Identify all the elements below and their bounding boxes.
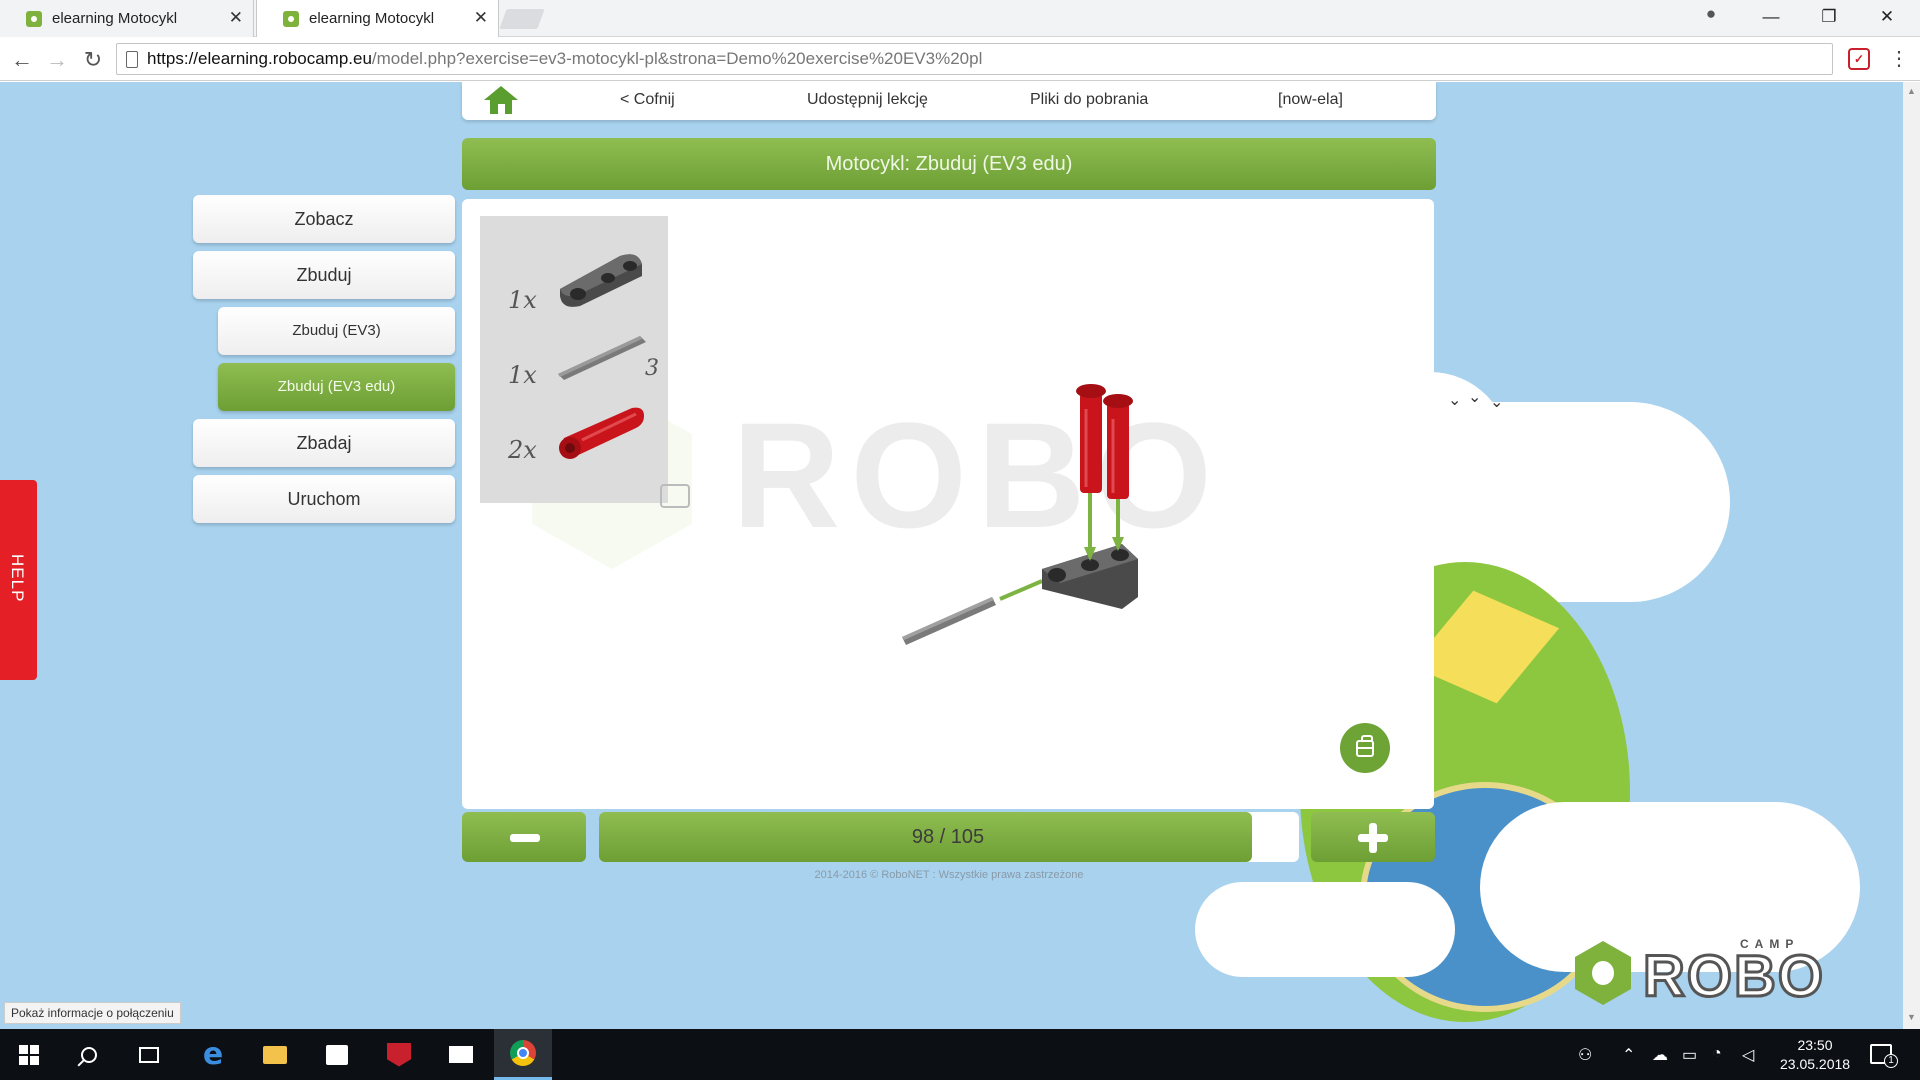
url-host: https://elearning.robocamp.eu [147,49,372,68]
new-tab-button[interactable] [499,9,545,29]
store-icon [326,1044,348,1065]
file-explorer-taskbar-button[interactable] [246,1029,304,1080]
page-viewport: ⌄ ⌄ ⌄ CAMP ROBO < Cofnij Udostępnij lekc… [0,82,1903,1029]
toolbox-icon [1356,735,1374,757]
page-scrollbar[interactable]: ▲ ▼ [1903,82,1920,1029]
step-progress-bar: 98 / 105 [599,812,1299,862]
notification-count: 1 [1884,1054,1898,1068]
menu-run-button[interactable]: Uruchom [193,475,455,523]
restore-button[interactable]: ❐ [1802,0,1856,34]
menu-build-ev3-edu-button[interactable]: Zbuduj (EV3 edu) [218,363,455,411]
browser-menu-icon[interactable]: ⋮ [1889,46,1909,71]
wifi-icon[interactable]: ◔ [1712,1045,1722,1063]
menu-build-ev3-button[interactable]: Zbuduj (EV3) [218,307,455,355]
forward-arrow-icon[interactable]: → [43,46,71,74]
downloads-link[interactable]: Pliki do pobrania [1030,82,1148,120]
connection-info-tooltip: Pokaż informacje o połączeniu [4,1002,181,1024]
part-quantity: 1x [508,286,537,314]
red-pin-icon [559,407,644,459]
bird-icon: ⌄ [1490,394,1504,411]
task-view-icon [139,1046,159,1063]
close-tab-icon[interactable]: ✕ [229,8,243,28]
address-toolbar: ← → ↻ https://elearning.robocamp.eu/mode… [0,38,1920,81]
site-favicon-icon [283,10,299,27]
user-link[interactable]: [now-ela] [1278,82,1343,120]
mail-taskbar-button[interactable] [432,1029,490,1080]
background-cloud [1195,882,1455,977]
toolbox-ghost-icon [660,484,690,508]
parts-list: 1x 1x 3 2x [480,216,690,508]
onedrive-icon[interactable]: ☁ [1652,1045,1668,1065]
logo-robo-text: ROBO [1642,943,1825,1011]
action-center-icon[interactable]: 1 [1870,1044,1898,1068]
back-arrow-icon[interactable]: ← [8,46,36,74]
clock-date: 23.05.2018 [1780,1056,1851,1072]
part-quantity: 2x [508,436,537,464]
instruction-panel: ROBO 1x 1x 3 2x [462,199,1434,809]
axle-length-label: 3 [645,356,659,381]
close-tab-icon[interactable]: ✕ [474,8,488,28]
share-lesson-link[interactable]: Udostępnij lekcję [807,82,928,120]
url-path: /model.php?exercise=ev3-motocykl-pl&stro… [371,49,983,68]
mail-icon [449,1046,473,1063]
search-button[interactable] [60,1029,118,1080]
assembly-diagram [902,384,1138,645]
browser-tab-strip: elearning Motocykl ✕ elearning Motocykl … [0,0,1920,37]
menu-explore-button[interactable]: Zbadaj [193,419,455,467]
browser-tab-active[interactable]: elearning Motocykl ✕ [256,0,499,37]
address-bar[interactable]: https://elearning.robocamp.eu/model.php?… [116,43,1833,75]
edge-taskbar-button[interactable]: e [184,1029,242,1080]
toolbox-button[interactable] [1340,723,1390,773]
bird-icon: ⌄ [1448,392,1462,409]
top-navigation: < Cofnij Udostępnij lekcję Pliki do pobr… [462,82,1436,120]
beam-connector-icon [560,254,642,307]
taskbar-clock[interactable]: 23:50 23.05.2018 [1780,1036,1850,1074]
bird-icon: ⌄ [1468,389,1482,406]
page-title: Motocykl: Zbuduj (EV3 edu) [462,138,1436,190]
tab-title: elearning Motocykl [52,10,178,27]
search-icon [81,1046,97,1063]
copyright-text: 2014-2016 © RoboNET : Wszystkie prawa za… [814,869,1084,881]
mcafee-icon [387,1042,411,1067]
chrome-taskbar-button[interactable] [494,1029,552,1080]
back-link[interactable]: < Cofnij [620,82,675,120]
close-window-button[interactable]: ✕ [1860,0,1914,34]
step-counter: 98 / 105 [911,826,985,848]
mcafee-taskbar-button[interactable] [370,1029,428,1080]
start-button[interactable] [0,1029,58,1080]
home-icon[interactable] [484,86,518,116]
menu-build-button[interactable]: Zbuduj [193,251,455,299]
mcafee-extension-icon[interactable]: ✓ [1848,48,1870,70]
page-info-icon[interactable] [126,51,138,68]
robocamp-logo: CAMP ROBO [1575,937,1865,1017]
minimize-button[interactable]: — [1744,0,1798,34]
windows-logo-icon [19,1044,39,1065]
site-favicon-icon [26,10,42,27]
task-view-button[interactable] [120,1029,178,1080]
reload-icon[interactable]: ↻ [79,46,107,74]
windows-taskbar: e ⚇ ⌃ ☁ ▭ ◔ ◁ 23:50 23.05.2018 1 [0,1029,1920,1080]
chrome-icon [510,1040,536,1066]
battery-icon[interactable]: ▭ [1682,1045,1697,1065]
help-tab[interactable]: HELP [0,480,37,680]
clock-time: 23:50 [1797,1037,1833,1053]
axle-icon [558,336,646,380]
show-hidden-icons-icon[interactable]: ⌃ [1622,1045,1635,1065]
tab-title: elearning Motocykl [309,10,435,27]
people-icon[interactable]: ⚇ [1578,1045,1592,1065]
volume-icon[interactable]: ◁ [1742,1045,1754,1065]
part-quantity: 1x [508,361,537,389]
logo-hexagon [1575,941,1631,1005]
browser-tab[interactable]: elearning Motocykl ✕ [0,0,254,37]
store-taskbar-button[interactable] [308,1029,366,1080]
folder-icon [263,1045,287,1064]
profile-icon[interactable]: ● [1700,4,1722,26]
menu-see-button[interactable]: Zobacz [193,195,455,243]
edge-icon: e [202,1037,224,1072]
help-label: HELP [8,554,27,603]
next-step-button[interactable] [1311,812,1435,862]
previous-step-button[interactable] [462,812,586,862]
